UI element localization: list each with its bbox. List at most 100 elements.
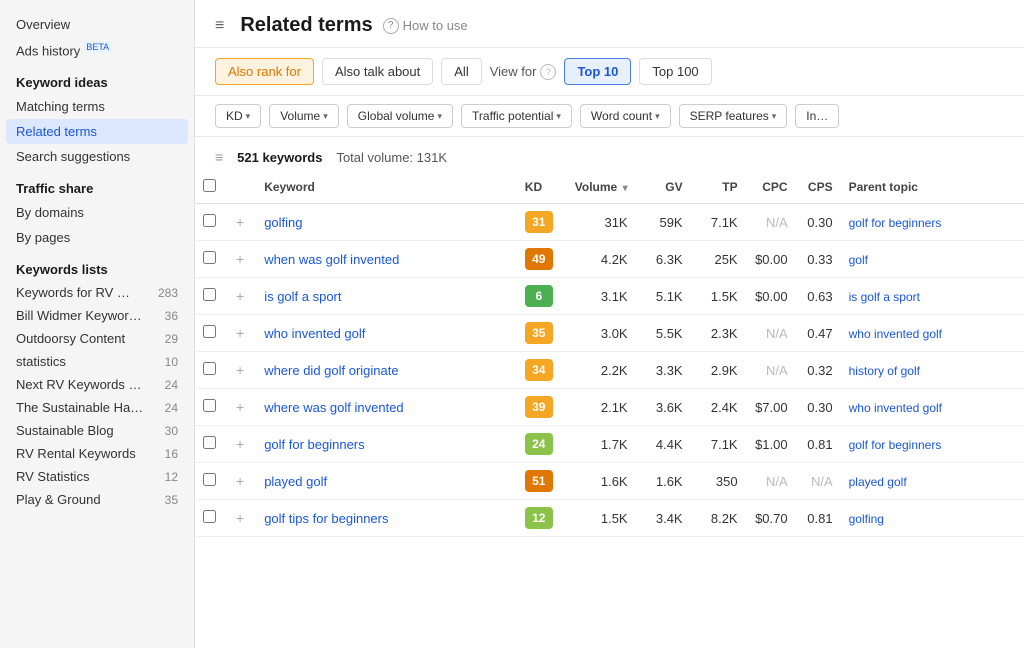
row-checkbox-3[interactable] [195,315,224,352]
parent-link-1[interactable]: golf [849,253,868,267]
top-10-tab[interactable]: Top 10 [564,58,631,85]
sidebar-list-item-6[interactable]: Sustainable Blog 30 [0,419,194,442]
in-filter-btn[interactable]: In… [795,104,839,128]
sidebar-item-by-pages[interactable]: By pages [0,225,194,250]
sidebar-item-related-terms[interactable]: Related terms [6,119,188,144]
kd-badge-8: 12 [525,507,553,529]
sidebar-list-item-1[interactable]: Bill Widmer Keywor… 36 [0,304,194,327]
global-volume-dropdown-icon: ▾ [437,111,442,122]
add-btn-6[interactable]: + [224,426,256,463]
add-btn-5[interactable]: + [224,389,256,426]
keyword-cell-1: when was golf invented [256,241,517,278]
row-checkbox-5[interactable] [195,389,224,426]
sidebar-item-ads-history[interactable]: Ads historyBETA [0,37,194,63]
row-checkbox-8[interactable] [195,500,224,537]
kd-badge-0: 31 [525,211,553,233]
keyword-link-7[interactable]: played golf [264,474,327,489]
also-rank-for-tab[interactable]: Also rank for [215,58,314,85]
select-all-checkbox[interactable] [203,179,216,192]
keyword-link-2[interactable]: is golf a sport [264,289,341,304]
all-tab[interactable]: All [441,58,481,85]
cps-cell-6: 0.81 [796,426,841,463]
also-talk-about-tab[interactable]: Also talk about [322,58,433,85]
sidebar-list-item-9[interactable]: Play & Ground 35 [0,488,194,511]
add-btn-8[interactable]: + [224,500,256,537]
row-checkbox-4[interactable] [195,352,224,389]
parent-link-7[interactable]: played golf [849,475,907,489]
sidebar-list-item-3[interactable]: statistics 10 [0,350,194,373]
tp-cell-4: 2.9K [691,352,746,389]
sidebar-item-overview[interactable]: Overview [0,12,194,37]
sidebar-item-by-domains[interactable]: By domains [0,200,194,225]
table-row: + golf for beginners 24 1.7K 4.4K 7.1K $… [195,426,1024,463]
keyword-link-5[interactable]: where was golf invented [264,400,403,415]
parent-link-8[interactable]: golfing [849,512,884,526]
kd-badge-6: 24 [525,433,553,455]
traffic-potential-filter-btn[interactable]: Traffic potential ▾ [461,104,572,128]
top-100-tab[interactable]: Top 100 [639,58,711,85]
parent-link-2[interactable]: is golf a sport [849,290,920,304]
row-checkbox-7[interactable] [195,463,224,500]
table-row: + golfing 31 31K 59K 7.1K N/A 0.30 golf … [195,204,1024,241]
parent-cell-3: who invented golf [841,315,1024,352]
parent-link-3[interactable]: who invented golf [849,327,942,341]
table-menu-icon[interactable]: ≡ [215,149,223,165]
sidebar-list-item-7[interactable]: RV Rental Keywords 16 [0,442,194,465]
sidebar-list-item-0[interactable]: Keywords for RV … 283 [0,281,194,304]
sidebar-item-search-suggestions[interactable]: Search suggestions [0,144,194,169]
help-link[interactable]: ? How to use [383,18,468,34]
volume-col-header[interactable]: Volume ▾ [567,173,636,204]
keyword-count: 521 keywords [237,150,322,165]
add-btn-2[interactable]: + [224,278,256,315]
menu-icon[interactable]: ≡ [215,17,224,35]
add-btn-3[interactable]: + [224,315,256,352]
table-summary: ≡ 521 keywords Total volume: 131K [195,137,1024,173]
keyword-link-4[interactable]: where did golf originate [264,363,398,378]
row-checkbox-6[interactable] [195,426,224,463]
cpc-cell-1: $0.00 [746,241,796,278]
parent-link-5[interactable]: who invented golf [849,401,942,415]
kd-filter-btn[interactable]: KD ▾ [215,104,261,128]
tp-cell-1: 25K [691,241,746,278]
global-volume-filter-btn[interactable]: Global volume ▾ [347,104,453,128]
kd-cell-7: 51 [517,463,567,500]
add-btn-4[interactable]: + [224,352,256,389]
keyword-cell-6: golf for beginners [256,426,517,463]
keyword-link-1[interactable]: when was golf invented [264,252,399,267]
cpc-cell-0: N/A [746,204,796,241]
keyword-link-8[interactable]: golf tips for beginners [264,511,388,526]
tp-cell-6: 7.1K [691,426,746,463]
add-col-header [224,173,256,204]
kd-cell-1: 49 [517,241,567,278]
keyword-link-6[interactable]: golf for beginners [264,437,364,452]
keyword-link-0[interactable]: golfing [264,215,302,230]
gv-col-header: GV [636,173,691,204]
keyword-link-3[interactable]: who invented golf [264,326,365,341]
select-all-header[interactable] [195,173,224,204]
volume-filter-btn[interactable]: Volume ▾ [269,104,339,128]
serp-features-filter-btn[interactable]: SERP features ▾ [679,104,788,128]
parent-link-0[interactable]: golf for beginners [849,216,942,230]
row-checkbox-2[interactable] [195,278,224,315]
sidebar-item-matching-terms[interactable]: Matching terms [0,94,194,119]
sidebar-list-item-4[interactable]: Next RV Keywords … 24 [0,373,194,396]
parent-cell-4: history of golf [841,352,1024,389]
table-row: + golf tips for beginners 12 1.5K 3.4K 8… [195,500,1024,537]
cps-cell-0: 0.30 [796,204,841,241]
add-btn-1[interactable]: + [224,241,256,278]
row-checkbox-0[interactable] [195,204,224,241]
parent-cell-5: who invented golf [841,389,1024,426]
parent-link-4[interactable]: history of golf [849,364,920,378]
volume-cell-8: 1.5K [567,500,636,537]
kd-col-header[interactable]: KD [517,173,567,204]
add-btn-7[interactable]: + [224,463,256,500]
word-count-filter-btn[interactable]: Word count ▾ [580,104,671,128]
parent-link-6[interactable]: golf for beginners [849,438,942,452]
row-checkbox-1[interactable] [195,241,224,278]
add-btn-0[interactable]: + [224,204,256,241]
volume-cell-5: 2.1K [567,389,636,426]
volume-dropdown-icon: ▾ [323,111,328,122]
sidebar-list-item-8[interactable]: RV Statistics 12 [0,465,194,488]
sidebar-list-item-5[interactable]: The Sustainable Ha… 24 [0,396,194,419]
sidebar-list-item-2[interactable]: Outdoorsy Content 29 [0,327,194,350]
